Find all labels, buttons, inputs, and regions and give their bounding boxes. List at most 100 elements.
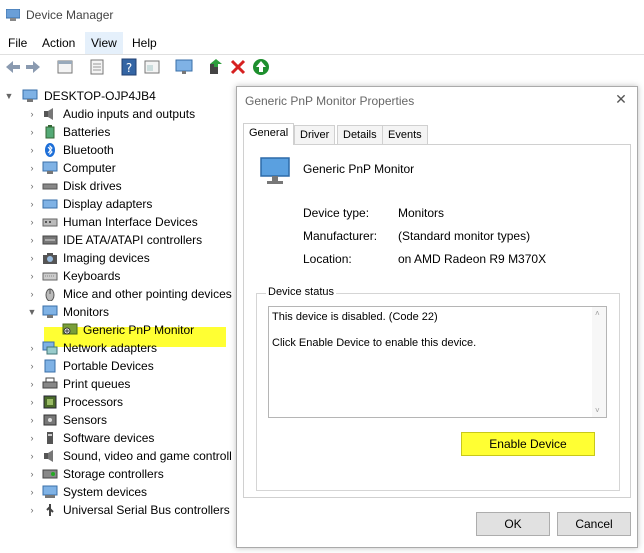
tree-item-label: Disk drives: [63, 179, 122, 193]
tree-item-storage[interactable]: › Storage controllers: [0, 465, 240, 483]
menu-file[interactable]: File: [2, 32, 33, 54]
tree-item-software-devices[interactable]: › Software devices: [0, 429, 240, 447]
window-title: Device Manager: [26, 8, 114, 22]
tree-item-label: Computer: [63, 161, 116, 175]
tree-item-audio[interactable]: › Audio inputs and outputs: [0, 105, 240, 123]
tree-item-sound[interactable]: › Sound, video and game controll: [0, 447, 240, 465]
chevron-right-icon[interactable]: ›: [27, 195, 37, 213]
chevron-right-icon[interactable]: ›: [27, 213, 37, 231]
chevron-down-icon[interactable]: ▼: [4, 87, 14, 105]
tree-item-sensors[interactable]: › Sensors: [0, 411, 240, 429]
location-value: on AMD Radeon R9 M370X: [398, 252, 547, 266]
ok-button[interactable]: OK: [476, 512, 550, 536]
tree-item-label: Processors: [63, 395, 124, 409]
chevron-right-icon[interactable]: ›: [27, 249, 37, 267]
tree-item-computer[interactable]: › Computer: [0, 159, 240, 177]
chevron-right-icon[interactable]: ›: [27, 465, 37, 483]
network-icon: [42, 341, 58, 355]
chevron-right-icon[interactable]: ›: [27, 105, 37, 123]
tab-general[interactable]: General: [243, 123, 295, 145]
chevron-right-icon[interactable]: ›: [27, 483, 37, 501]
manufacturer-value: (Standard monitor types): [398, 229, 531, 243]
back-icon[interactable]: [4, 58, 22, 76]
tree-item-network[interactable]: › Network adapters: [0, 339, 240, 357]
chevron-right-icon[interactable]: ›: [27, 177, 37, 195]
ide-controller-icon: [42, 235, 58, 245]
computer-icon: [22, 89, 38, 102]
status-textbox[interactable]: This device is disabled. (Code 22) Click…: [268, 306, 607, 418]
chevron-right-icon[interactable]: ›: [27, 267, 37, 285]
chevron-right-icon[interactable]: ›: [27, 393, 37, 411]
device-type-value: Monitors: [398, 206, 445, 220]
chevron-right-icon[interactable]: ›: [27, 339, 37, 357]
tree-item-label: Generic PnP Monitor: [83, 323, 195, 337]
tree-root-label: DESKTOP-OJP4JB4: [44, 89, 156, 103]
mouse-icon: [45, 288, 55, 301]
monitor-scan-icon[interactable]: [175, 58, 193, 76]
action-icon[interactable]: [143, 58, 161, 76]
menu-bar: File Action View Help: [0, 32, 644, 54]
tree-item-processors[interactable]: › Processors: [0, 393, 240, 411]
forward-icon[interactable]: [24, 58, 42, 76]
chevron-right-icon[interactable]: ›: [27, 447, 37, 465]
general-tab-panel: Generic PnP Monitor Device type: Monitor…: [243, 144, 631, 498]
tree-item-mice[interactable]: › Mice and other pointing devices: [0, 285, 240, 303]
tree-item-batteries[interactable]: › Batteries: [0, 123, 240, 141]
chevron-right-icon[interactable]: ›: [27, 375, 37, 393]
location-label: Location:: [303, 252, 352, 266]
tree-item-disk-drives[interactable]: › Disk drives: [0, 177, 240, 195]
tree-item-portable[interactable]: › Portable Devices: [0, 357, 240, 375]
tree-item-print-queues[interactable]: › Print queues: [0, 375, 240, 393]
tree-item-monitors[interactable]: ▼ Monitors: [0, 303, 240, 321]
close-icon[interactable]: ✕: [613, 91, 629, 107]
tree-item-hid[interactable]: › Human Interface Devices: [0, 213, 240, 231]
chevron-right-icon[interactable]: ›: [27, 159, 37, 177]
chevron-right-icon[interactable]: ›: [27, 123, 37, 141]
enable-device-button[interactable]: Enable Device: [461, 432, 595, 456]
tab-events[interactable]: Events: [382, 125, 428, 145]
chevron-right-icon[interactable]: ›: [27, 231, 37, 249]
svg-text:?: ?: [126, 61, 132, 75]
tree-item-display-adapters[interactable]: › Display adapters: [0, 195, 240, 213]
tree-root[interactable]: ▼ DESKTOP-OJP4JB4: [0, 87, 240, 105]
tree-item-imaging[interactable]: › Imaging devices: [0, 249, 240, 267]
chevron-right-icon[interactable]: ›: [27, 429, 37, 447]
chevron-right-icon[interactable]: ›: [27, 411, 37, 429]
properties-icon[interactable]: [56, 58, 74, 76]
tree-item-label: Software devices: [63, 431, 155, 445]
system-device-icon: [42, 485, 58, 498]
storage-controller-icon: [42, 469, 58, 479]
uninstall-icon[interactable]: [229, 58, 247, 76]
menu-help[interactable]: Help: [126, 32, 163, 54]
show-hide-icon[interactable]: [88, 58, 106, 76]
menu-view[interactable]: View: [85, 32, 123, 54]
disabled-monitor-icon: [62, 323, 78, 335]
chevron-right-icon[interactable]: ›: [27, 141, 37, 159]
scroll-down-icon[interactable]: ˅: [595, 406, 600, 415]
enable-device-icon[interactable]: [252, 58, 270, 76]
chevron-right-icon[interactable]: ›: [27, 501, 37, 519]
window-titlebar: Device Manager: [0, 0, 644, 30]
chevron-right-icon[interactable]: ›: [27, 285, 37, 303]
tab-details[interactable]: Details: [337, 125, 383, 145]
tree-item-label: Storage controllers: [63, 467, 164, 481]
status-scrollbar[interactable]: ˄ ˅: [592, 307, 606, 417]
tree-item-generic-pnp-monitor[interactable]: Generic PnP Monitor: [0, 321, 240, 339]
scroll-up-icon[interactable]: ˄: [595, 309, 600, 318]
tree-item-bluetooth[interactable]: › Bluetooth: [0, 141, 240, 159]
tree-item-system-devices[interactable]: › System devices: [0, 483, 240, 501]
tree-item-keyboards[interactable]: › Keyboards: [0, 267, 240, 285]
help-icon[interactable]: ?: [120, 58, 138, 76]
cancel-button[interactable]: Cancel: [557, 512, 631, 536]
tree-item-label: IDE ATA/ATAPI controllers: [63, 233, 203, 247]
properties-dialog: Generic PnP Monitor Properties ✕ General…: [236, 86, 638, 548]
update-driver-icon[interactable]: [206, 58, 224, 76]
chevron-down-icon[interactable]: ▼: [27, 303, 37, 321]
chevron-right-icon[interactable]: ›: [27, 357, 37, 375]
menu-action[interactable]: Action: [36, 32, 81, 54]
tab-driver[interactable]: Driver: [294, 125, 336, 145]
tree-item-usb[interactable]: › Universal Serial Bus controllers: [0, 501, 240, 519]
tree-item-label: Audio inputs and outputs: [63, 107, 196, 121]
tree-item-ide[interactable]: › IDE ATA/ATAPI controllers: [0, 231, 240, 249]
tree-item-label: Sensors: [63, 413, 108, 427]
